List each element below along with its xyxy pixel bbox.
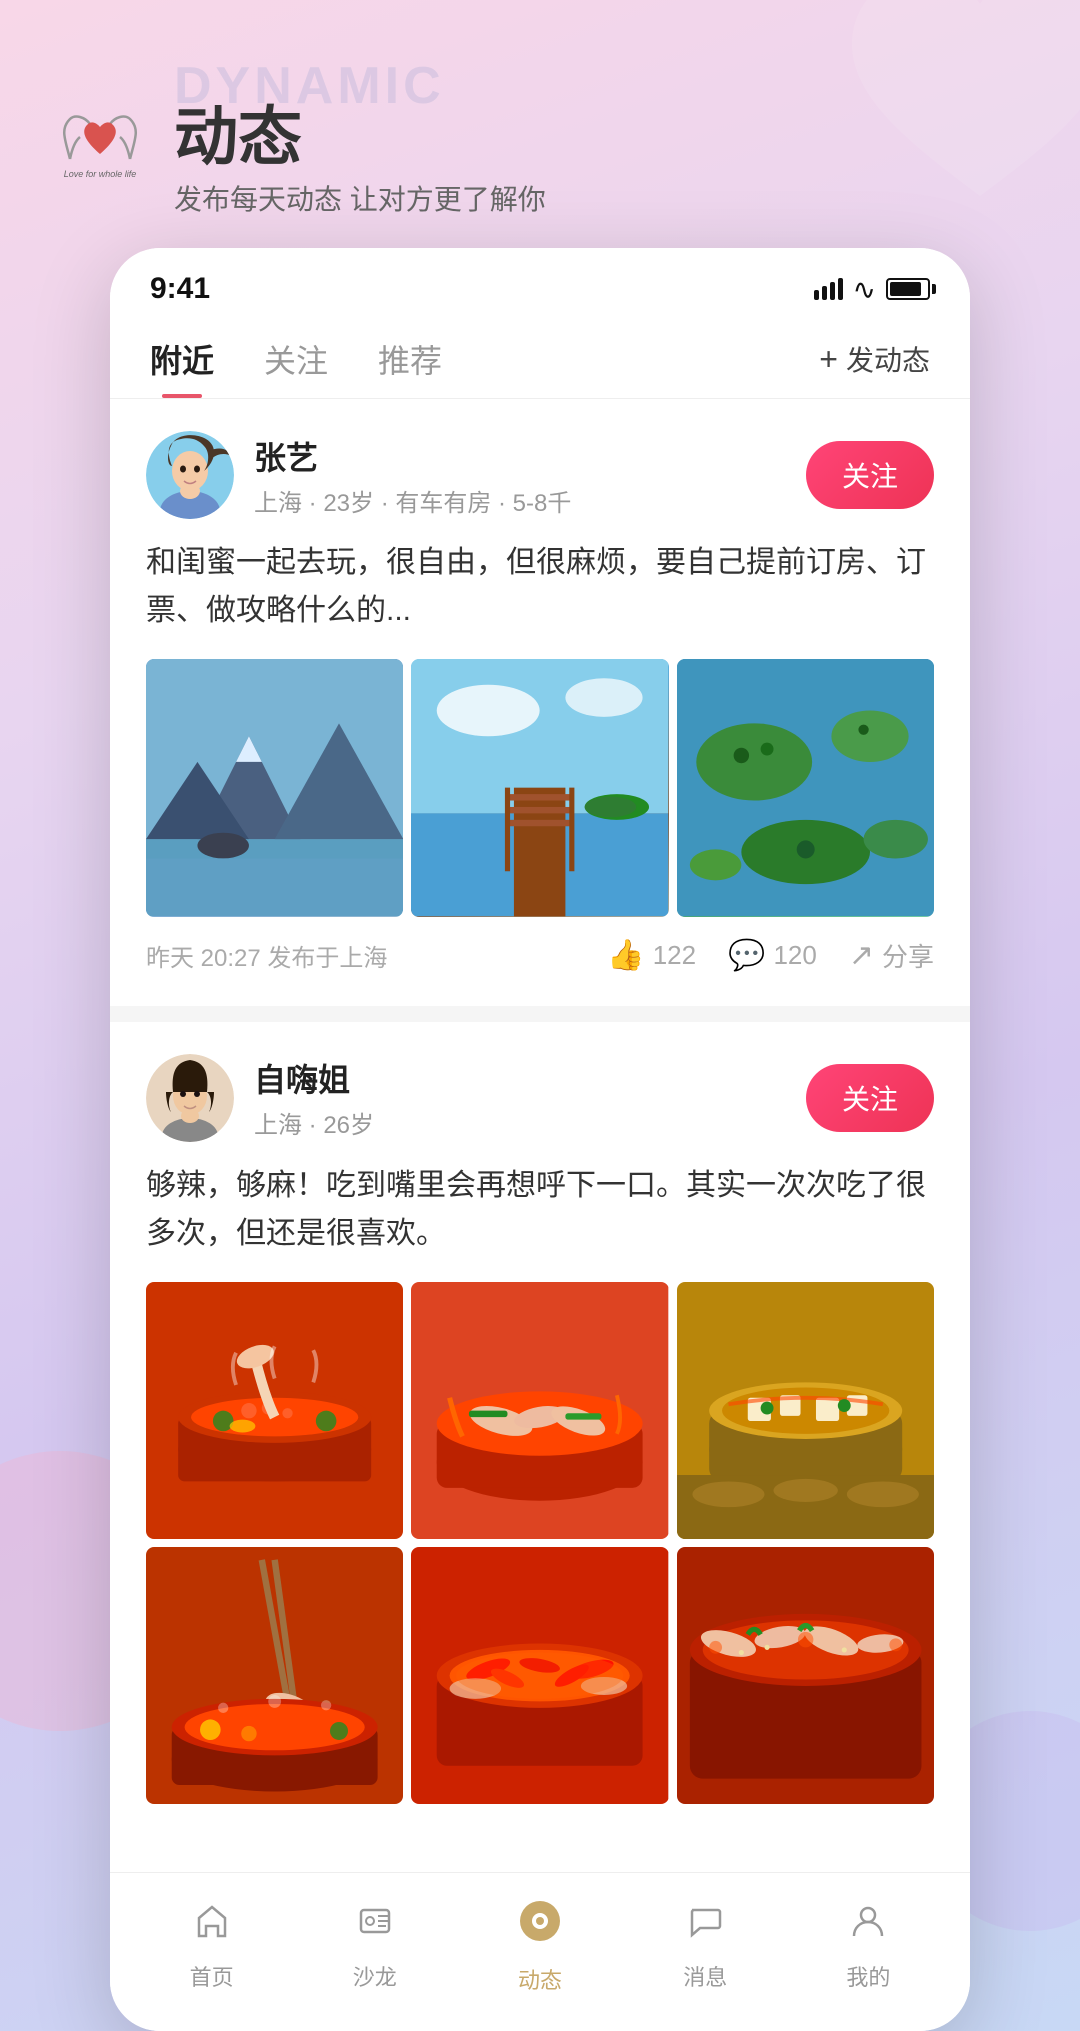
nav-item-message[interactable]: 消息 <box>683 1900 727 1992</box>
follow-button-1[interactable]: 关注 <box>806 441 934 509</box>
nav-label-profile: 我的 <box>846 1960 890 1992</box>
post-footer-1: 昨天 20:27 发布于上海 👍 122 💬 120 ↗ 分享 <box>146 937 934 974</box>
post-image-pier[interactable] <box>411 659 668 916</box>
header-subtitle: 发布每天动态 让对方更了解你 <box>174 178 546 218</box>
status-time: 9:41 <box>150 272 210 306</box>
battery-icon <box>886 278 930 300</box>
message-icon <box>684 1900 726 1952</box>
svg-text:Love for whole life: Love for whole life <box>64 169 137 179</box>
post-time-1: 昨天 20:27 发布于上海 <box>146 938 575 973</box>
like-count-1: 122 <box>653 940 696 971</box>
comment-action-1[interactable]: 💬 120 <box>728 938 817 973</box>
user-row-2: 自嗨姐 上海 · 26岁 关注 <box>146 1054 934 1142</box>
tab-nearby[interactable]: 附近 <box>150 336 214 398</box>
nav-item-salon[interactable]: 沙龙 <box>353 1900 397 1992</box>
avatar-2[interactable] <box>146 1054 234 1142</box>
follow-button-2[interactable]: 关注 <box>806 1064 934 1132</box>
feed: 张艺 上海 · 23岁 · 有车有房 · 5-8千 关注 和闺蜜一起去玩，很自由… <box>110 399 970 1856</box>
comment-count-1: 120 <box>773 940 816 971</box>
user-info-1: 张艺 上海 · 23岁 · 有车有房 · 5-8千 <box>254 433 806 518</box>
nav-item-home[interactable]: 首页 <box>190 1900 234 1992</box>
post-text-1: 和闺蜜一起去玩，很自由，但很麻烦，要自己提前订房、订票、做攻略什么的... <box>146 539 934 635</box>
nav-tabs: 附近 关注 推荐 + 发动态 <box>110 316 970 399</box>
home-icon <box>191 1900 233 1952</box>
share-label-1: 分享 <box>882 937 934 974</box>
post-image-lake[interactable] <box>146 659 403 916</box>
post-card-2: 自嗨姐 上海 · 26岁 关注 够辣，够麻！吃到嘴里会再想呼下一口。其实一次次吃… <box>110 1022 970 1857</box>
dynamic-icon <box>516 1897 564 1955</box>
logo-icon: Love for whole life <box>50 99 150 179</box>
plus-icon: + <box>819 341 838 378</box>
user-meta-1: 上海 · 23岁 · 有车有房 · 5-8千 <box>254 483 806 518</box>
share-action-1[interactable]: ↗ 分享 <box>849 937 934 974</box>
share-icon: ↗ <box>849 938 874 973</box>
post-image-hotpot4[interactable] <box>146 1547 403 1804</box>
like-action-1[interactable]: 👍 122 <box>607 938 696 973</box>
user-meta-2: 上海 · 26岁 <box>254 1105 806 1140</box>
post-card-1: 张艺 上海 · 23岁 · 有车有房 · 5-8千 关注 和闺蜜一起去玩，很自由… <box>110 399 970 1005</box>
nav-label-message: 消息 <box>683 1960 727 1992</box>
post-images-1 <box>146 659 934 916</box>
header-text-group: DYNAMIC 动态 发布每天动态 让对方更了解你 <box>174 60 546 218</box>
logo-box: Love for whole life <box>50 99 150 179</box>
bottom-nav: 首页 沙龙 动态 <box>110 1872 970 2031</box>
status-icons: ∿ <box>814 273 930 306</box>
signal-icon <box>814 278 843 300</box>
nav-label-dynamic: 动态 <box>518 1963 562 1995</box>
comment-icon: 💬 <box>728 938 765 973</box>
nav-label-home: 首页 <box>190 1960 234 1992</box>
header-area: Love for whole life DYNAMIC 动态 发布每天动态 让对… <box>0 0 1080 248</box>
nav-item-profile[interactable]: 我的 <box>846 1900 890 1992</box>
phone-mockup: 9:41 ∿ 附近 关注 推荐 + 发动态 <box>110 248 970 2031</box>
post-image-islands[interactable] <box>677 659 934 916</box>
post-text-2: 够辣，够麻！吃到嘴里会再想呼下一口。其实一次次吃了很多次，但还是很喜欢。 <box>146 1162 934 1258</box>
username-2: 自嗨姐 <box>254 1055 806 1101</box>
nav-item-dynamic[interactable]: 动态 <box>516 1897 564 1995</box>
username-1: 张艺 <box>254 433 806 479</box>
status-bar: 9:41 ∿ <box>110 248 970 316</box>
profile-icon <box>847 1900 889 1952</box>
post-image-hotpot2[interactable] <box>411 1282 668 1539</box>
post-images-2 <box>146 1282 934 1805</box>
tab-recommend[interactable]: 推荐 <box>378 336 442 398</box>
wifi-icon: ∿ <box>853 273 876 306</box>
post-dynamic-button[interactable]: + 发动态 <box>819 339 930 395</box>
salon-icon <box>354 1900 396 1952</box>
avatar-1[interactable] <box>146 431 234 519</box>
nav-label-salon: 沙龙 <box>353 1960 397 1992</box>
post-image-hotpot6[interactable] <box>677 1547 934 1804</box>
like-icon: 👍 <box>607 938 644 973</box>
post-image-hotpot3[interactable] <box>677 1282 934 1539</box>
header-label-zh: 动态 <box>174 102 546 172</box>
tab-follow[interactable]: 关注 <box>264 336 328 398</box>
user-row-1: 张艺 上海 · 23岁 · 有车有房 · 5-8千 关注 <box>146 431 934 519</box>
post-image-hotpot1[interactable] <box>146 1282 403 1539</box>
user-info-2: 自嗨姐 上海 · 26岁 <box>254 1055 806 1140</box>
post-image-hotpot5[interactable] <box>411 1547 668 1804</box>
